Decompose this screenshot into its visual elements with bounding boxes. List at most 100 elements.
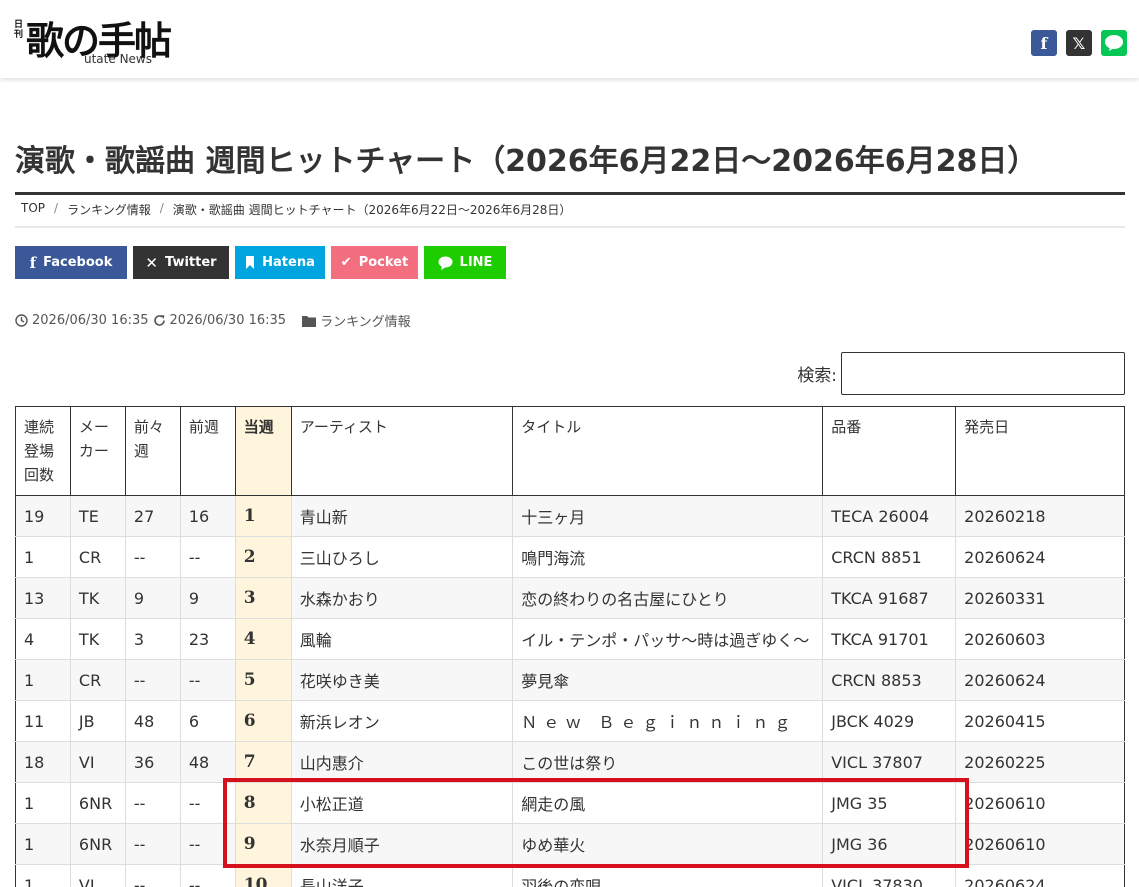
cell-two-weeks-ago: 9	[124, 577, 181, 619]
cell-artist: 風輪	[290, 618, 514, 660]
cell-last-week: 9	[179, 577, 236, 619]
breadcrumb-current: 演歌・歌謡曲 週間ヒットチャート（2026年6月22日〜2026年6月28日）	[172, 203, 572, 217]
cell-title: ゆめ華火	[512, 823, 824, 865]
share-facebook-button[interactable]: f Facebook	[15, 246, 127, 279]
cell-title: Ｎｅｗ Ｂｅｇｉｎｎｉｎｇ	[512, 700, 824, 742]
table-row: 11 JB 48 6 6 新浜レオン Ｎｅｗ Ｂｅｇｉｎｎｉｎｇ JBCK 4029 20260…	[15, 700, 1125, 742]
cell-artist: 三山ひろし	[290, 536, 514, 578]
table-row: 1 CR -- -- 2 三山ひろし 鳴門海流 CRCN 8851 20260624	[15, 536, 1125, 578]
cell-title: この世は祭り	[512, 741, 824, 783]
bookmark-icon	[246, 256, 255, 269]
cell-two-weeks-ago: --	[124, 659, 181, 701]
cell-consecutive-weeks: 1	[15, 536, 71, 578]
cell-maker: VI	[69, 741, 126, 783]
cell-artist: 水森かおり	[290, 577, 514, 619]
facebook-icon[interactable]: f	[1031, 30, 1057, 56]
share-hatena-button[interactable]: Hatena	[235, 246, 325, 279]
cell-consecutive-weeks: 11	[15, 700, 71, 742]
breadcrumb-top[interactable]: TOP	[21, 201, 45, 218]
cell-maker: VI	[69, 864, 126, 887]
column-header-consecutive-weeks[interactable]: 連続 登場 回数	[15, 406, 71, 496]
cell-this-week: 10	[234, 864, 292, 887]
site-header: 日刊 歌の手帖 utate News f 𝕏	[0, 0, 1139, 78]
cell-last-week: --	[179, 536, 236, 578]
cell-last-week: --	[179, 659, 236, 701]
cell-catalog-number: CRCN 8851	[822, 536, 957, 578]
cell-artist: 小松正道	[290, 782, 514, 824]
cell-maker: TK	[69, 577, 126, 619]
cell-consecutive-weeks: 13	[15, 577, 71, 619]
cell-artist: 花咲ゆき美	[290, 659, 514, 701]
share-twitter-button[interactable]: ✕ Twitter	[133, 246, 229, 279]
line-bubble-icon	[438, 256, 453, 270]
table-row: 1 CR -- -- 5 花咲ゆき美 夢見傘 CRCN 8853 20260624	[15, 659, 1125, 701]
column-header-maker[interactable]: メー カー	[69, 406, 126, 496]
post-meta: 2026/06/30 16:35 2026/06/30 16:35 ランキング情…	[15, 311, 411, 330]
cell-catalog-number: TKCA 91701	[822, 618, 957, 660]
cell-catalog-number: JMG 35	[822, 782, 957, 824]
folder-icon	[302, 315, 317, 327]
column-header-this-week[interactable]: 当週	[234, 406, 292, 496]
share-hatena-label: Hatena	[262, 255, 315, 270]
table-search: 検索:	[797, 352, 1125, 395]
line-bubble-icon	[1105, 35, 1123, 51]
line-icon[interactable]	[1101, 30, 1127, 56]
cell-last-week: --	[179, 823, 236, 865]
column-header-two-weeks-ago[interactable]: 前々週	[124, 406, 181, 496]
cell-title: 十三ヶ月	[512, 495, 824, 537]
site-logo[interactable]: 日刊 歌の手帖 utate News	[14, 8, 184, 68]
cell-last-week: 23	[179, 618, 236, 660]
cell-this-week: 1	[234, 495, 292, 537]
table-row: 1 VI -- -- 10 長山洋子 羽後の恋唄 VICL 37830 20260624	[15, 864, 1125, 887]
cell-consecutive-weeks: 1	[15, 782, 71, 824]
breadcrumb-category[interactable]: ランキング情報	[67, 201, 151, 218]
table-header-row: 連続 登場 回数 メー カー 前々週前週 当週 アーティスト タイトル 品番 発売日	[15, 406, 1125, 496]
column-header-release-date[interactable]: 発売日	[955, 406, 1125, 496]
cell-catalog-number: CRCN 8853	[822, 659, 957, 701]
cell-this-week: 7	[234, 741, 292, 783]
logo-side-text: 日刊	[14, 20, 24, 40]
cell-two-weeks-ago: --	[124, 782, 181, 824]
cell-release-date: 20260624	[955, 864, 1125, 887]
search-label: 検索:	[797, 366, 837, 386]
table-row: 1 6NR -- -- 8 小松正道 網走の風 JMG 35 20260610	[15, 782, 1125, 824]
column-header-last-week[interactable]: 前週	[179, 406, 236, 496]
cell-release-date: 20260624	[955, 659, 1125, 701]
breadcrumb: TOP / ランキング情報 / 演歌・歌謡曲 週間ヒットチャート（2026年6月…	[21, 201, 571, 218]
pocket-icon: ✔	[340, 255, 352, 270]
table-row: 19 TE 27 16 1 青山新 十三ヶ月 TECA 26004 20260218	[15, 495, 1125, 537]
cell-release-date: 20260624	[955, 536, 1125, 578]
cell-maker: CR	[69, 536, 126, 578]
post-category-link[interactable]: ランキング情報	[320, 311, 411, 330]
cell-this-week: 8	[234, 782, 292, 824]
share-line-button[interactable]: LINE	[424, 246, 506, 279]
logo-sub-text: utate News	[84, 52, 152, 66]
header-social-links: f 𝕏	[1031, 30, 1127, 56]
cell-last-week: --	[179, 782, 236, 824]
cell-title: イル・テンポ・パッサ〜時は過ぎゆく〜	[512, 618, 824, 660]
cell-artist: 青山新	[290, 495, 514, 537]
cell-artist: 山内惠介	[290, 741, 514, 783]
table-body: 19 TE 27 16 1 青山新 十三ヶ月 TECA 26004 20260218 1 CR -- -…	[15, 495, 1125, 887]
cell-catalog-number: TKCA 91687	[822, 577, 957, 619]
cell-title: 鳴門海流	[512, 536, 824, 578]
updated-date: 2026/06/30 16:35	[169, 313, 287, 328]
cell-release-date: 20260603	[955, 618, 1125, 660]
x-icon: ✕	[145, 253, 158, 272]
cell-release-date: 20260610	[955, 782, 1125, 824]
cell-last-week: 48	[179, 741, 236, 783]
cell-this-week: 6	[234, 700, 292, 742]
column-header-title[interactable]: タイトル	[512, 406, 824, 496]
cell-maker: TE	[69, 495, 126, 537]
column-header-artist[interactable]: アーティスト	[290, 406, 514, 496]
share-pocket-button[interactable]: ✔ Pocket	[331, 246, 418, 279]
cell-consecutive-weeks: 1	[15, 659, 71, 701]
refresh-icon	[153, 315, 165, 326]
title-underline	[15, 192, 1125, 195]
search-input[interactable]	[841, 352, 1125, 395]
cell-this-week: 5	[234, 659, 292, 701]
column-header-catalog-number[interactable]: 品番	[822, 406, 957, 496]
cell-two-weeks-ago: --	[124, 864, 181, 887]
cell-last-week: --	[179, 864, 236, 887]
x-icon[interactable]: 𝕏	[1066, 30, 1092, 56]
